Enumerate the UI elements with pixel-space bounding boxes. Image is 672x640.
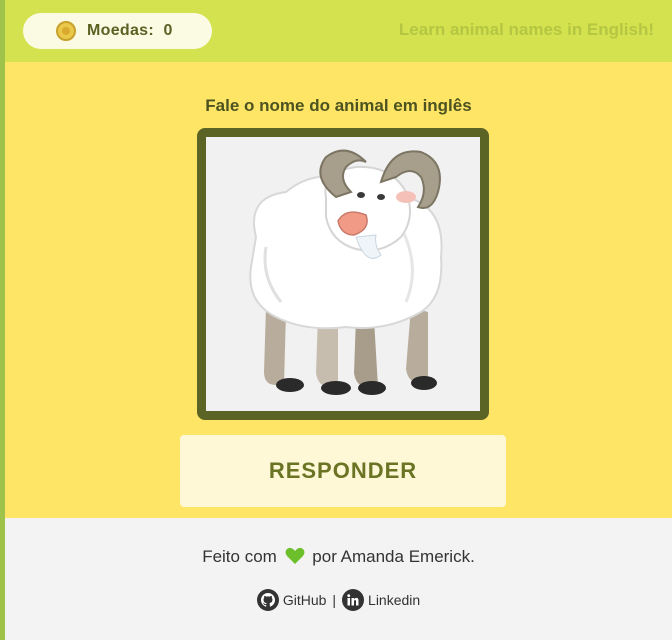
made-suffix: por Amanda Emerick. <box>312 547 475 566</box>
social-links: GitHub | Linkedin <box>5 589 672 611</box>
linkedin-label: Linkedin <box>368 592 421 608</box>
coin-icon <box>56 21 76 41</box>
goat-illustration <box>249 149 443 395</box>
coins-value: 0 <box>163 22 173 39</box>
coin-counter: Moedas: 0 <box>23 13 212 49</box>
animal-image-frame <box>197 128 489 420</box>
quiz-area: Fale o nome do animal em inglês RESPONDE… <box>5 62 672 518</box>
github-icon <box>256 589 279 611</box>
respond-button[interactable]: RESPONDER <box>180 435 506 507</box>
top-bar: Moedas: 0 Learn animal names in English! <box>5 0 672 62</box>
github-label: GitHub <box>282 592 327 608</box>
coins-label: Moedas: <box>87 22 154 39</box>
github-link[interactable]: GitHub <box>256 589 327 611</box>
linkedin-link[interactable]: Linkedin <box>342 589 420 611</box>
linkedin-icon <box>342 589 365 611</box>
green-heart-icon <box>285 547 305 564</box>
link-separator: | <box>332 592 337 608</box>
made-prefix: Feito com <box>202 547 277 566</box>
instruction-text: Fale o nome do animal em inglês <box>205 96 472 115</box>
app-tagline: Learn animal names in English! <box>398 20 654 39</box>
footer: Feito com por Amanda Emerick. GitHub | L… <box>5 518 672 640</box>
coin-counter-text: Moedas: 0 <box>87 22 173 40</box>
made-with-text: Feito com por Amanda Emerick. <box>5 547 672 567</box>
